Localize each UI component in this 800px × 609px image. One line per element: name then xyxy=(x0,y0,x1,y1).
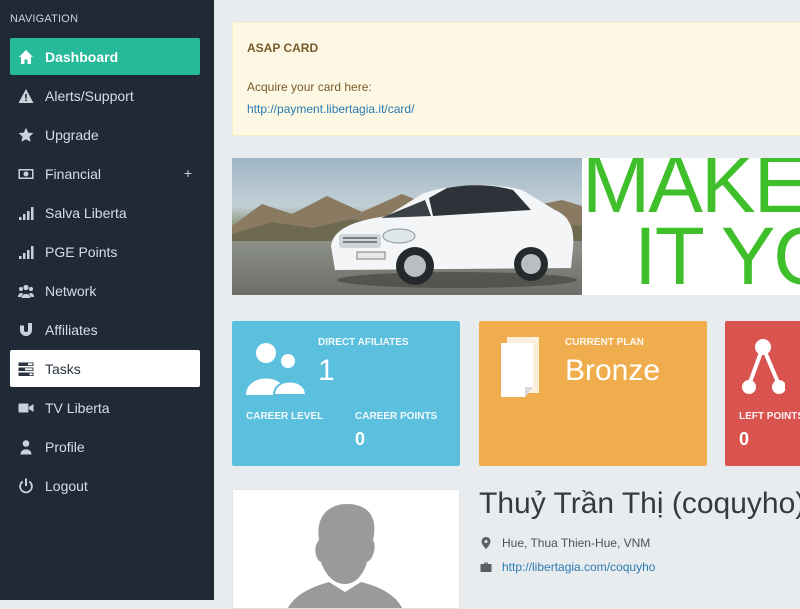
avatar-placeholder-icon xyxy=(287,504,403,608)
sidebar-item-financial[interactable]: Financial + xyxy=(10,155,200,192)
profile-name: Thuỷ Trần Thị (coquyho) xyxy=(479,487,800,520)
sidebar: NAVIGATION Dashboard Alerts/Support Upgr… xyxy=(0,0,214,600)
magnet-icon xyxy=(18,322,34,338)
current-plan-label: CURRENT PLAN xyxy=(565,337,644,348)
star-icon xyxy=(18,127,34,143)
expand-plus-icon[interactable]: + xyxy=(184,165,192,181)
sidebar-item-label: PGE Points xyxy=(45,243,118,260)
sidebar-item-affiliates[interactable]: Affiliates xyxy=(10,311,200,348)
career-level-label: CAREER LEVEL xyxy=(246,411,324,422)
map-marker-icon xyxy=(481,537,491,549)
tasks-icon xyxy=(18,361,34,377)
sidebar-item-label: Dashboard xyxy=(45,48,119,65)
sidebar-item-profile[interactable]: Profile xyxy=(10,428,200,465)
sidebar-item-tv-liberta[interactable]: TV Liberta xyxy=(10,389,200,426)
career-points-value: 0 xyxy=(355,429,366,449)
banner-slogan-line2: IT YO xyxy=(634,211,800,296)
user-icon xyxy=(18,439,34,455)
sidebar-item-pge-points[interactable]: PGE Points xyxy=(10,233,200,270)
sidebar-item-label: TV Liberta xyxy=(45,399,110,416)
sidebar-item-alerts-support[interactable]: Alerts/Support xyxy=(10,77,200,114)
home-icon xyxy=(18,49,34,65)
signal-icon xyxy=(18,205,34,221)
video-icon xyxy=(18,400,34,416)
nav-list: Dashboard Alerts/Support Upgrade Financi… xyxy=(10,38,200,506)
sidebar-item-label: Profile xyxy=(45,438,85,455)
card-payment-link[interactable]: http://payment.libertagia.it/card/ xyxy=(247,102,414,116)
sidebar-item-label: Tasks xyxy=(45,360,81,377)
sidebar-item-tasks[interactable]: Tasks xyxy=(10,350,200,387)
sidebar-item-label: Financial xyxy=(45,165,102,182)
current-plan-value: Bronze xyxy=(565,354,661,387)
sidebar-item-label: Network xyxy=(45,282,97,299)
sidebar-item-label: Logout xyxy=(45,477,88,494)
left-points-label: LEFT POINTS xyxy=(739,411,800,422)
current-plan-card: CURRENT PLAN Bronze xyxy=(479,321,707,466)
sidebar-item-dashboard[interactable]: Dashboard xyxy=(10,38,200,75)
left-points-value: 0 xyxy=(739,429,750,449)
sidebar-item-label: Alerts/Support xyxy=(45,87,134,104)
alert-title: ASAP CARD xyxy=(247,41,319,55)
power-icon xyxy=(18,478,34,494)
sidebar-item-salva-liberta[interactable]: Salva Liberta xyxy=(10,194,200,231)
nav-heading: NAVIGATION xyxy=(10,13,79,25)
profile-website: http://libertagia.com/coquyho xyxy=(480,560,655,574)
profile-location-text: Hue, Thua Thien-Hue, VNM xyxy=(502,536,651,550)
sidebar-item-network[interactable]: Network xyxy=(10,272,200,309)
network-tree-icon xyxy=(742,339,785,394)
users-icon xyxy=(246,343,306,395)
users-icon xyxy=(18,283,34,299)
document-icon xyxy=(501,337,539,397)
career-points-label: CAREER POINTS xyxy=(355,411,438,422)
direct-affiliates-value: 1 xyxy=(318,354,335,387)
sidebar-item-label: Upgrade xyxy=(45,126,99,143)
briefcase-icon xyxy=(480,562,492,572)
car-graphic xyxy=(331,185,577,288)
warning-icon xyxy=(18,88,34,104)
promo-banner[interactable]: MAKE IT YO xyxy=(232,158,800,295)
left-points-card: LEFT POINTS 0 xyxy=(725,321,800,466)
sidebar-item-label: Affiliates xyxy=(45,321,98,338)
profile-url-link[interactable]: http://libertagia.com/coquyho xyxy=(502,560,655,574)
money-icon xyxy=(18,166,34,182)
sidebar-item-upgrade[interactable]: Upgrade xyxy=(10,116,200,153)
direct-affiliates-card: DIRECT AFILIATES 1 CAREER LEVEL CAREER P… xyxy=(232,321,460,466)
sidebar-item-logout[interactable]: Logout xyxy=(10,467,200,504)
banner-car-image xyxy=(232,158,582,295)
profile-avatar-box xyxy=(232,489,460,609)
signal-icon xyxy=(18,244,34,260)
sidebar-item-label: Salva Liberta xyxy=(45,204,127,221)
profile-location: Hue, Thua Thien-Hue, VNM xyxy=(480,536,650,550)
alert-text: Acquire your card here: xyxy=(247,80,372,94)
asap-card-alert: ASAP CARD Acquire your card here: http:/… xyxy=(232,22,800,136)
direct-affiliates-label: DIRECT AFILIATES xyxy=(318,337,409,348)
